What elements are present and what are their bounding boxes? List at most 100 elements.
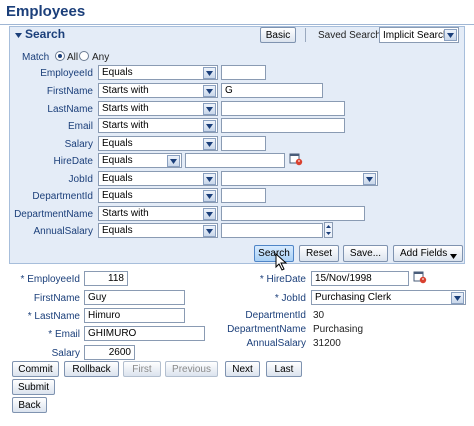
value-input-annualsalary[interactable] (221, 223, 323, 238)
operator-value: Starts with (102, 85, 149, 96)
value-input-salary[interactable] (221, 136, 266, 151)
value-input-lastname[interactable] (221, 101, 345, 116)
employeeid-label: * EmployeeId (20, 274, 81, 285)
chevron-down-icon (203, 67, 216, 79)
value-input-departmentname[interactable] (221, 206, 365, 221)
mouse-cursor-icon (275, 252, 291, 271)
value-input-departmentid[interactable] (221, 188, 266, 203)
title-divider (0, 24, 474, 25)
operator-select-salary[interactable]: Equals (98, 136, 218, 151)
value-input-employeeid[interactable] (221, 65, 266, 80)
jobid-label: * JobId (274, 293, 306, 304)
last-button[interactable]: Last (266, 361, 302, 377)
calendar-icon[interactable] (289, 152, 303, 166)
value-input-email[interactable] (221, 118, 345, 133)
match-all-radio[interactable] (55, 51, 65, 61)
employeeid-field[interactable]: 118 (84, 271, 128, 286)
previous-button[interactable]: Previous (165, 361, 218, 377)
operator-value: Starts with (102, 103, 149, 114)
operator-value: Equals (102, 225, 133, 236)
chevron-down-icon (203, 190, 216, 202)
reset-button[interactable]: Reset (299, 245, 339, 262)
operator-select-hiredate[interactable]: Equals (98, 153, 182, 168)
operator-value: Equals (102, 173, 133, 184)
salary-label: Salary (51, 348, 80, 359)
annualsalary-value: 31200 (313, 338, 341, 349)
criteria-label-departmentid: DepartmentId (32, 191, 93, 202)
match-any-label: Any (92, 52, 110, 63)
page-title: Employees (6, 3, 86, 20)
submit-button[interactable]: Submit (12, 379, 55, 395)
email-field[interactable]: GHIMURO (84, 326, 205, 341)
email-label: * Email (48, 329, 80, 340)
operator-value: Equals (102, 155, 133, 166)
operator-select-jobid[interactable]: Equals (98, 171, 218, 186)
chevron-down-icon (203, 138, 216, 150)
operator-select-email[interactable]: Starts with (98, 118, 218, 133)
salary-spinner[interactable] (324, 222, 333, 238)
add-fields-button[interactable]: Add Fields (393, 245, 463, 262)
criteria-label-jobid: JobId (68, 174, 93, 185)
criteria-label-employeeid: EmployeeId (40, 68, 93, 79)
match-label: Match (22, 52, 50, 63)
salary-field[interactable]: 2600 (84, 345, 135, 360)
lastname-field[interactable]: Himuro (84, 308, 185, 323)
back-button[interactable]: Back (12, 397, 47, 413)
rollback-button[interactable]: Rollback (64, 361, 119, 377)
operator-value: Equals (102, 67, 133, 78)
calendar-icon[interactable] (413, 270, 427, 284)
criteria-label-lastname: LastName (47, 104, 93, 115)
saved-search-value: Implicit Search (383, 29, 449, 41)
criteria-label-annualsalary: AnnualSalary (33, 226, 93, 237)
operator-select-employeeid[interactable]: Equals (98, 65, 218, 80)
chevron-down-icon (203, 208, 216, 220)
chevron-down-icon (451, 292, 464, 304)
annualsalary-label: AnnualSalary (246, 338, 306, 349)
operator-select-lastname[interactable]: Starts with (98, 101, 218, 116)
value-select-jobid[interactable] (221, 171, 378, 186)
operator-select-departmentid[interactable]: Equals (98, 188, 218, 203)
value-input-hiredate[interactable] (185, 153, 285, 168)
value-input-firstname[interactable]: G (221, 83, 323, 98)
saved-search-label: Saved Search (318, 30, 381, 41)
chevron-down-icon (203, 173, 216, 185)
chevron-down-icon (203, 103, 216, 115)
chevron-down-icon (203, 120, 216, 132)
criteria-label-departmentname: DepartmentName (14, 209, 93, 220)
chevron-down-icon (203, 225, 216, 237)
criteria-label-salary: Salary (64, 139, 93, 150)
departmentname-value: Purchasing (313, 324, 364, 335)
chevron-down-icon (444, 29, 457, 41)
basic-button[interactable]: Basic (260, 27, 296, 43)
operator-select-departmentname[interactable]: Starts with (98, 206, 218, 221)
search-title: Search (25, 27, 66, 41)
departmentid-label: DepartmentId (245, 310, 306, 321)
jobid-select[interactable]: Purchasing Clerk (311, 290, 466, 305)
commit-button[interactable]: Commit (12, 361, 59, 377)
saved-search-select[interactable]: Implicit Search (379, 27, 459, 43)
criteria-label-firstname: FirstName (46, 86, 93, 97)
departmentid-value: 30 (313, 310, 325, 321)
operator-value: Equals (102, 190, 133, 201)
firstname-field[interactable]: Guy (84, 290, 185, 305)
operator-value: Equals (102, 138, 133, 149)
criteria-label-email: Email (67, 121, 93, 132)
operator-select-firstname[interactable]: Starts with (98, 83, 218, 98)
hiredate-field[interactable]: 15/Nov/1998 (311, 271, 409, 286)
match-any-radio[interactable] (79, 51, 89, 61)
add-fields-label: Add Fields (400, 248, 448, 259)
next-button[interactable]: Next (225, 361, 260, 377)
operator-select-annualsalary[interactable]: Equals (98, 223, 218, 238)
first-button[interactable]: First (123, 361, 161, 377)
operator-value: Starts with (102, 120, 149, 131)
chevron-down-icon (450, 251, 457, 262)
chevron-down-icon (203, 85, 216, 97)
chevron-down-icon (167, 155, 180, 167)
jobid-selected: Purchasing Clerk (315, 292, 392, 303)
firstname-label: FirstName (33, 293, 80, 304)
collapse-triangle-icon[interactable] (14, 31, 23, 40)
criteria-label-hiredate: HireDate (53, 156, 93, 167)
toolbar-separator (305, 28, 306, 42)
spin-down-icon (326, 232, 331, 235)
save-button[interactable]: Save... (343, 245, 388, 262)
